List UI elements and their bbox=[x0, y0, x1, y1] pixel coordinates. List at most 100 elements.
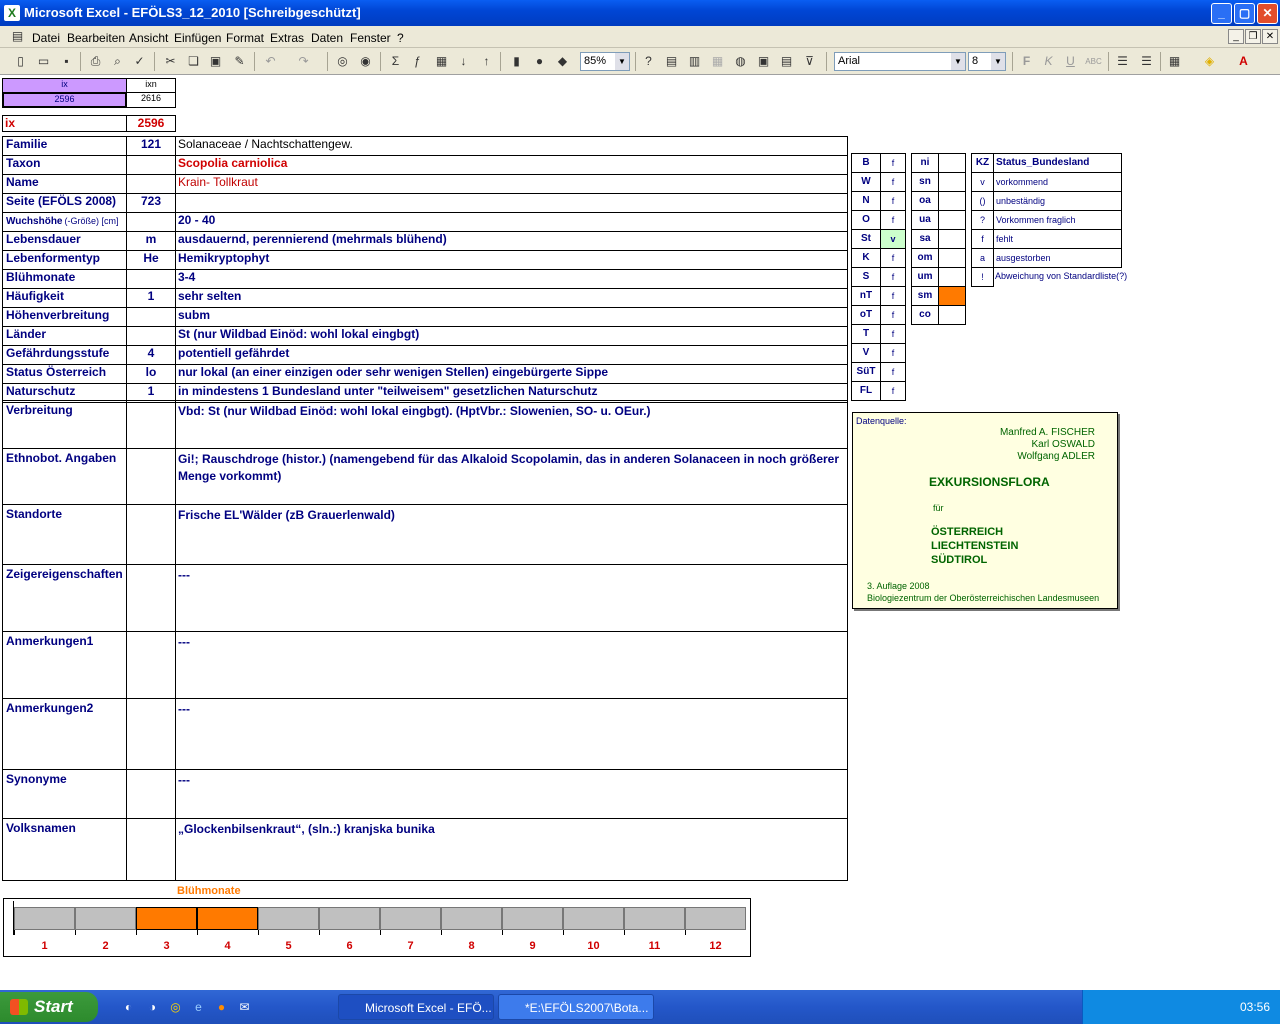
bundesland-status[interactable]: f bbox=[880, 286, 906, 306]
bundesland-status[interactable]: f bbox=[880, 305, 906, 325]
new-icon[interactable]: ▯ bbox=[12, 53, 29, 70]
bundesland-status[interactable]: f bbox=[880, 248, 906, 268]
hoehenzone-value[interactable] bbox=[938, 305, 966, 325]
strikethrough-icon[interactable]: ABC bbox=[1085, 53, 1102, 70]
ixn-value[interactable]: 2616 bbox=[126, 92, 176, 108]
zoom-select[interactable]: 85% ▼ bbox=[580, 52, 630, 71]
open-icon[interactable]: ▭ bbox=[35, 53, 52, 70]
row-value[interactable]: nur lokal (an einer einzigen oder sehr w… bbox=[175, 364, 848, 384]
row-code[interactable]: 1 bbox=[126, 288, 176, 308]
document-icon[interactable]: ▤ bbox=[9, 28, 26, 45]
tall-row-value[interactable]: Gi!; Rauschdroge (histor.) (namengebend … bbox=[175, 448, 848, 505]
calculator-icon[interactable]: ▦ bbox=[709, 53, 726, 70]
font-size-select[interactable]: 8 ▼ bbox=[968, 52, 1006, 71]
row-value[interactable]: Krain- Tollkraut bbox=[175, 174, 848, 194]
hoehenzone-value[interactable] bbox=[938, 172, 966, 192]
window-icon[interactable]: ▣ bbox=[755, 53, 772, 70]
save-icon[interactable]: ▪ bbox=[58, 53, 75, 70]
tall-row-value[interactable]: „Glockenbilsenkraut“, (sln.:) kranjska b… bbox=[175, 818, 848, 881]
row-value[interactable]: 20 - 40 bbox=[175, 212, 848, 232]
menu-help[interactable]: ? bbox=[397, 31, 404, 45]
sort-asc-icon[interactable]: ↓ bbox=[455, 53, 472, 70]
row-value[interactable]: Solanaceae / Nachtschattengew. bbox=[175, 136, 848, 156]
quicklaunch-6-icon[interactable]: ✉ bbox=[236, 999, 253, 1016]
underline-icon[interactable]: U bbox=[1062, 53, 1079, 70]
bundesland-status[interactable]: f bbox=[880, 191, 906, 211]
italic-icon[interactable]: K bbox=[1040, 53, 1057, 70]
undo-icon[interactable]: ↶ bbox=[262, 53, 279, 70]
doc-close-button[interactable]: ✕ bbox=[1262, 29, 1278, 44]
tall-row-value[interactable]: --- bbox=[175, 631, 848, 699]
filter-icon[interactable]: ⊽ bbox=[801, 53, 818, 70]
tall-row-value[interactable]: --- bbox=[175, 769, 848, 819]
doc-restore-button[interactable]: ❐ bbox=[1245, 29, 1261, 44]
row-value[interactable]: potentiell gefährdet bbox=[175, 345, 848, 365]
row-value[interactable]: 3-4 bbox=[175, 269, 848, 289]
row-value[interactable]: subm bbox=[175, 307, 848, 327]
firefox-icon[interactable]: ● bbox=[213, 999, 230, 1016]
ie-icon[interactable]: e bbox=[190, 999, 207, 1016]
tall-row-code[interactable] bbox=[126, 504, 176, 565]
bold-icon[interactable]: F bbox=[1018, 53, 1035, 70]
copy-icon[interactable]: ❏ bbox=[185, 53, 202, 70]
row-code[interactable] bbox=[126, 155, 176, 175]
row-code[interactable] bbox=[126, 212, 176, 232]
bundesland-status[interactable]: f bbox=[880, 381, 906, 401]
list-icon[interactable]: ▤ bbox=[778, 53, 795, 70]
hoehenzone-value[interactable] bbox=[938, 229, 966, 249]
row-code[interactable]: 121 bbox=[126, 136, 176, 156]
task-explorer[interactable]: *E:\EFÖLS2007\Bota... bbox=[498, 994, 654, 1020]
row-code[interactable]: m bbox=[126, 231, 176, 251]
hoehenzone-value[interactable] bbox=[938, 153, 966, 173]
tall-row-code[interactable] bbox=[126, 564, 176, 632]
menu-daten[interactable]: Daten bbox=[311, 31, 343, 45]
quicklaunch-3-icon[interactable]: ◎ bbox=[167, 999, 184, 1016]
tall-row-value[interactable]: Vbd: St (nur Wildbad Einöd: wohl lokal e… bbox=[175, 400, 848, 449]
row-code[interactable]: lo bbox=[126, 364, 176, 384]
format-painter-icon[interactable]: ✎ bbox=[231, 53, 248, 70]
bundesland-status[interactable]: f bbox=[880, 267, 906, 287]
spellcheck-icon[interactable]: ✓ bbox=[131, 53, 148, 70]
cut-icon[interactable]: ✂ bbox=[162, 53, 179, 70]
hyperlink-icon[interactable]: ◎ bbox=[334, 53, 351, 70]
bar-chart-icon[interactable]: ▮ bbox=[508, 53, 525, 70]
bundesland-status[interactable]: f bbox=[880, 153, 906, 173]
hoehenzone-value[interactable] bbox=[938, 210, 966, 230]
print-preview-icon[interactable]: ⌕ bbox=[109, 53, 126, 70]
tall-row-code[interactable] bbox=[126, 400, 176, 449]
bundesland-status[interactable]: f bbox=[880, 343, 906, 363]
task-excel[interactable]: Microsoft Excel - EFÖ... bbox=[338, 994, 494, 1020]
tall-row-code[interactable] bbox=[126, 698, 176, 770]
menu-einfuegen[interactable]: Einfügen bbox=[174, 31, 221, 45]
function-icon[interactable]: ƒ bbox=[409, 53, 426, 70]
tall-row-code[interactable] bbox=[126, 448, 176, 505]
grid-icon[interactable]: ▥ bbox=[686, 53, 703, 70]
row-value[interactable]: Hemikryptophyt bbox=[175, 250, 848, 270]
help-icon[interactable]: ? bbox=[640, 53, 657, 70]
tall-row-code[interactable] bbox=[126, 631, 176, 699]
fill-color-icon[interactable]: ◈ bbox=[1201, 53, 1218, 70]
close-button[interactable]: ✕ bbox=[1257, 3, 1278, 24]
doc-minimize-button[interactable]: _ bbox=[1228, 29, 1244, 44]
row-code[interactable]: He bbox=[126, 250, 176, 270]
chart-wizard-icon[interactable]: ▦ bbox=[433, 53, 450, 70]
row-code[interactable]: 723 bbox=[126, 193, 176, 213]
align-center-icon[interactable]: ☰ bbox=[1138, 53, 1155, 70]
minimize-button[interactable]: _ bbox=[1211, 3, 1232, 24]
menu-extras[interactable]: Extras bbox=[270, 31, 304, 45]
redo-icon[interactable]: ↷ bbox=[295, 53, 312, 70]
bundesland-status[interactable]: f bbox=[880, 172, 906, 192]
quicklaunch-2-icon[interactable]: ◑ bbox=[144, 999, 161, 1016]
tall-row-value[interactable]: Frische EL'Wälder (zB Grauerlenwald) bbox=[175, 504, 848, 565]
bundesland-status[interactable]: f bbox=[880, 362, 906, 382]
bundesland-status[interactable]: v bbox=[880, 229, 906, 249]
row-value[interactable] bbox=[175, 193, 848, 213]
hoehenzone-value[interactable] bbox=[938, 267, 966, 287]
hoehenzone-value[interactable] bbox=[938, 191, 966, 211]
borders-icon[interactable]: ▦ bbox=[1166, 53, 1183, 70]
tall-row-code[interactable] bbox=[126, 818, 176, 881]
font-select[interactable]: Arial ▼ bbox=[834, 52, 966, 71]
bundesland-status[interactable]: f bbox=[880, 210, 906, 230]
row-value[interactable]: sehr selten bbox=[175, 288, 848, 308]
row-code[interactable] bbox=[126, 326, 176, 346]
